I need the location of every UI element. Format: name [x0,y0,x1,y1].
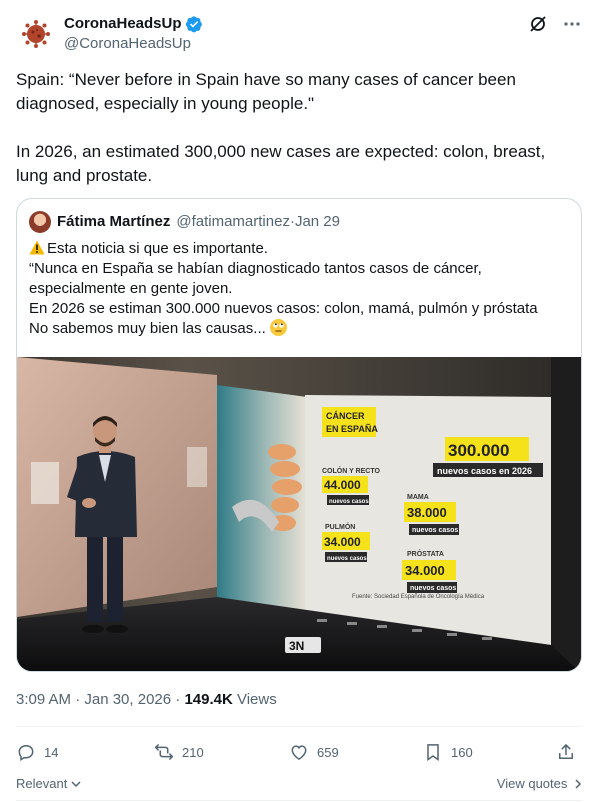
infographic-item-value: 38.000 [407,505,447,520]
divider [16,726,582,727]
quoted-line: Esta noticia si que es importante. [47,240,268,257]
infographic-source: Fuente: Sociedad Española de Oncología M… [352,594,485,600]
quoted-author-handle[interactable]: @fatimamartinez [176,212,290,232]
infographic-item-name: PULMÓN [325,522,355,531]
reply-count: 14 [44,744,59,760]
reply-icon [18,745,34,762]
views-count: 149.4K [184,691,233,708]
tweet-timestamp[interactable]: 3:09 AM · Jan 30, 2026 · [16,691,184,708]
infographic-item-name: MAMA [407,494,429,501]
tweet-text-paragraph: Spain: “Never before in Spain have so ma… [16,70,516,113]
quoted-author-name[interactable]: Fátima Martínez [57,212,170,232]
tweet-meta: 3:09 AM · Jan 30, 2026 · 149.4K Views [16,690,277,710]
chevron-down-icon [71,781,81,788]
infographic-item-value: 44.000 [324,478,361,492]
quoted-tweet[interactable]: Fátima Martínez @fatimamartinez · Jan 29… [16,198,582,672]
bookmark-count: 160 [451,744,473,760]
author-name[interactable]: CoronaHeadsUp [64,14,182,34]
quoted-line: especialmente en gente joven. [29,280,233,297]
reply-button[interactable]: 14 [16,742,58,762]
tweet-text-paragraph: In 2026, an estimated 300,000 new cases … [16,142,546,185]
repost-count: 210 [182,744,204,760]
eye-roll-emoji-icon [269,319,287,336]
infographic-item-value: 34.000 [405,563,445,578]
infographic-total-label: nuevos casos en 2026 [437,466,532,476]
quoted-line: En 2026 se estiman 300.000 nuevos casos:… [29,300,538,317]
quoted-date[interactable]: Jan 29 [295,212,340,232]
infographic-item-name: COLÓN Y RECTO [322,466,381,475]
like-count: 659 [317,744,339,760]
infographic-item-label: nuevos casos [410,585,456,592]
warning-emoji-icon [29,240,45,255]
view-quotes-link[interactable]: View quotes [497,776,582,791]
infographic-title-line2: EN ESPAÑA [326,424,378,434]
view-quotes-label: View quotes [496,776,568,791]
grok-icon[interactable] [528,14,548,34]
infographic-total-value: 300.000 [448,441,509,460]
quoted-media-image[interactable]: CÁNCER EN ESPAÑA 300.000 nuevos casos en… [17,357,581,671]
tweet-header: CoronaHeadsUp @CoronaHeadsUp [16,12,582,56]
sort-label: Relevant [16,776,68,791]
tweet-text: Spain: “Never before in Spain have so ma… [16,68,582,188]
infographic-item-label: nuevos casos [412,527,458,534]
channel-logo: 3N [289,639,304,653]
author-avatar[interactable] [16,14,56,54]
repost-icon [154,744,174,760]
sort-dropdown[interactable]: Relevant [16,776,81,791]
chevron-right-icon [575,779,582,789]
infographic-item-name: PRÓSTATA [407,549,444,558]
like-button[interactable]: 659 [289,742,339,762]
infographic-item-label: nuevos casos [327,556,367,562]
quoted-author-avatar[interactable] [29,211,51,233]
author-handle[interactable]: @CoronaHeadsUp [64,34,203,54]
divider [16,800,582,801]
quoted-text: Esta noticia si que es importante. “Nunc… [29,239,569,339]
infographic-title-line1: CÁNCER [326,411,365,421]
quoted-line: No sabemos muy bien las causas... [29,320,266,337]
reply-sort-bar: Relevant View quotes [16,776,582,794]
share-button[interactable] [556,742,576,762]
more-options-icon[interactable] [562,14,582,34]
repost-button[interactable]: 210 [154,742,204,762]
bookmark-button[interactable]: 160 [423,742,473,762]
action-bar: 14 210 659 160 [16,742,582,764]
infographic-item-label: nuevos casos [329,499,369,505]
views-label: Views [232,691,277,708]
share-icon [559,744,573,759]
verified-badge-icon [185,15,203,33]
infographic-item-value: 34.000 [324,535,361,549]
bookmark-icon [427,744,439,761]
quoted-line: “Nunca en España se habían diagnosticado… [29,260,482,277]
heart-icon [291,745,307,760]
